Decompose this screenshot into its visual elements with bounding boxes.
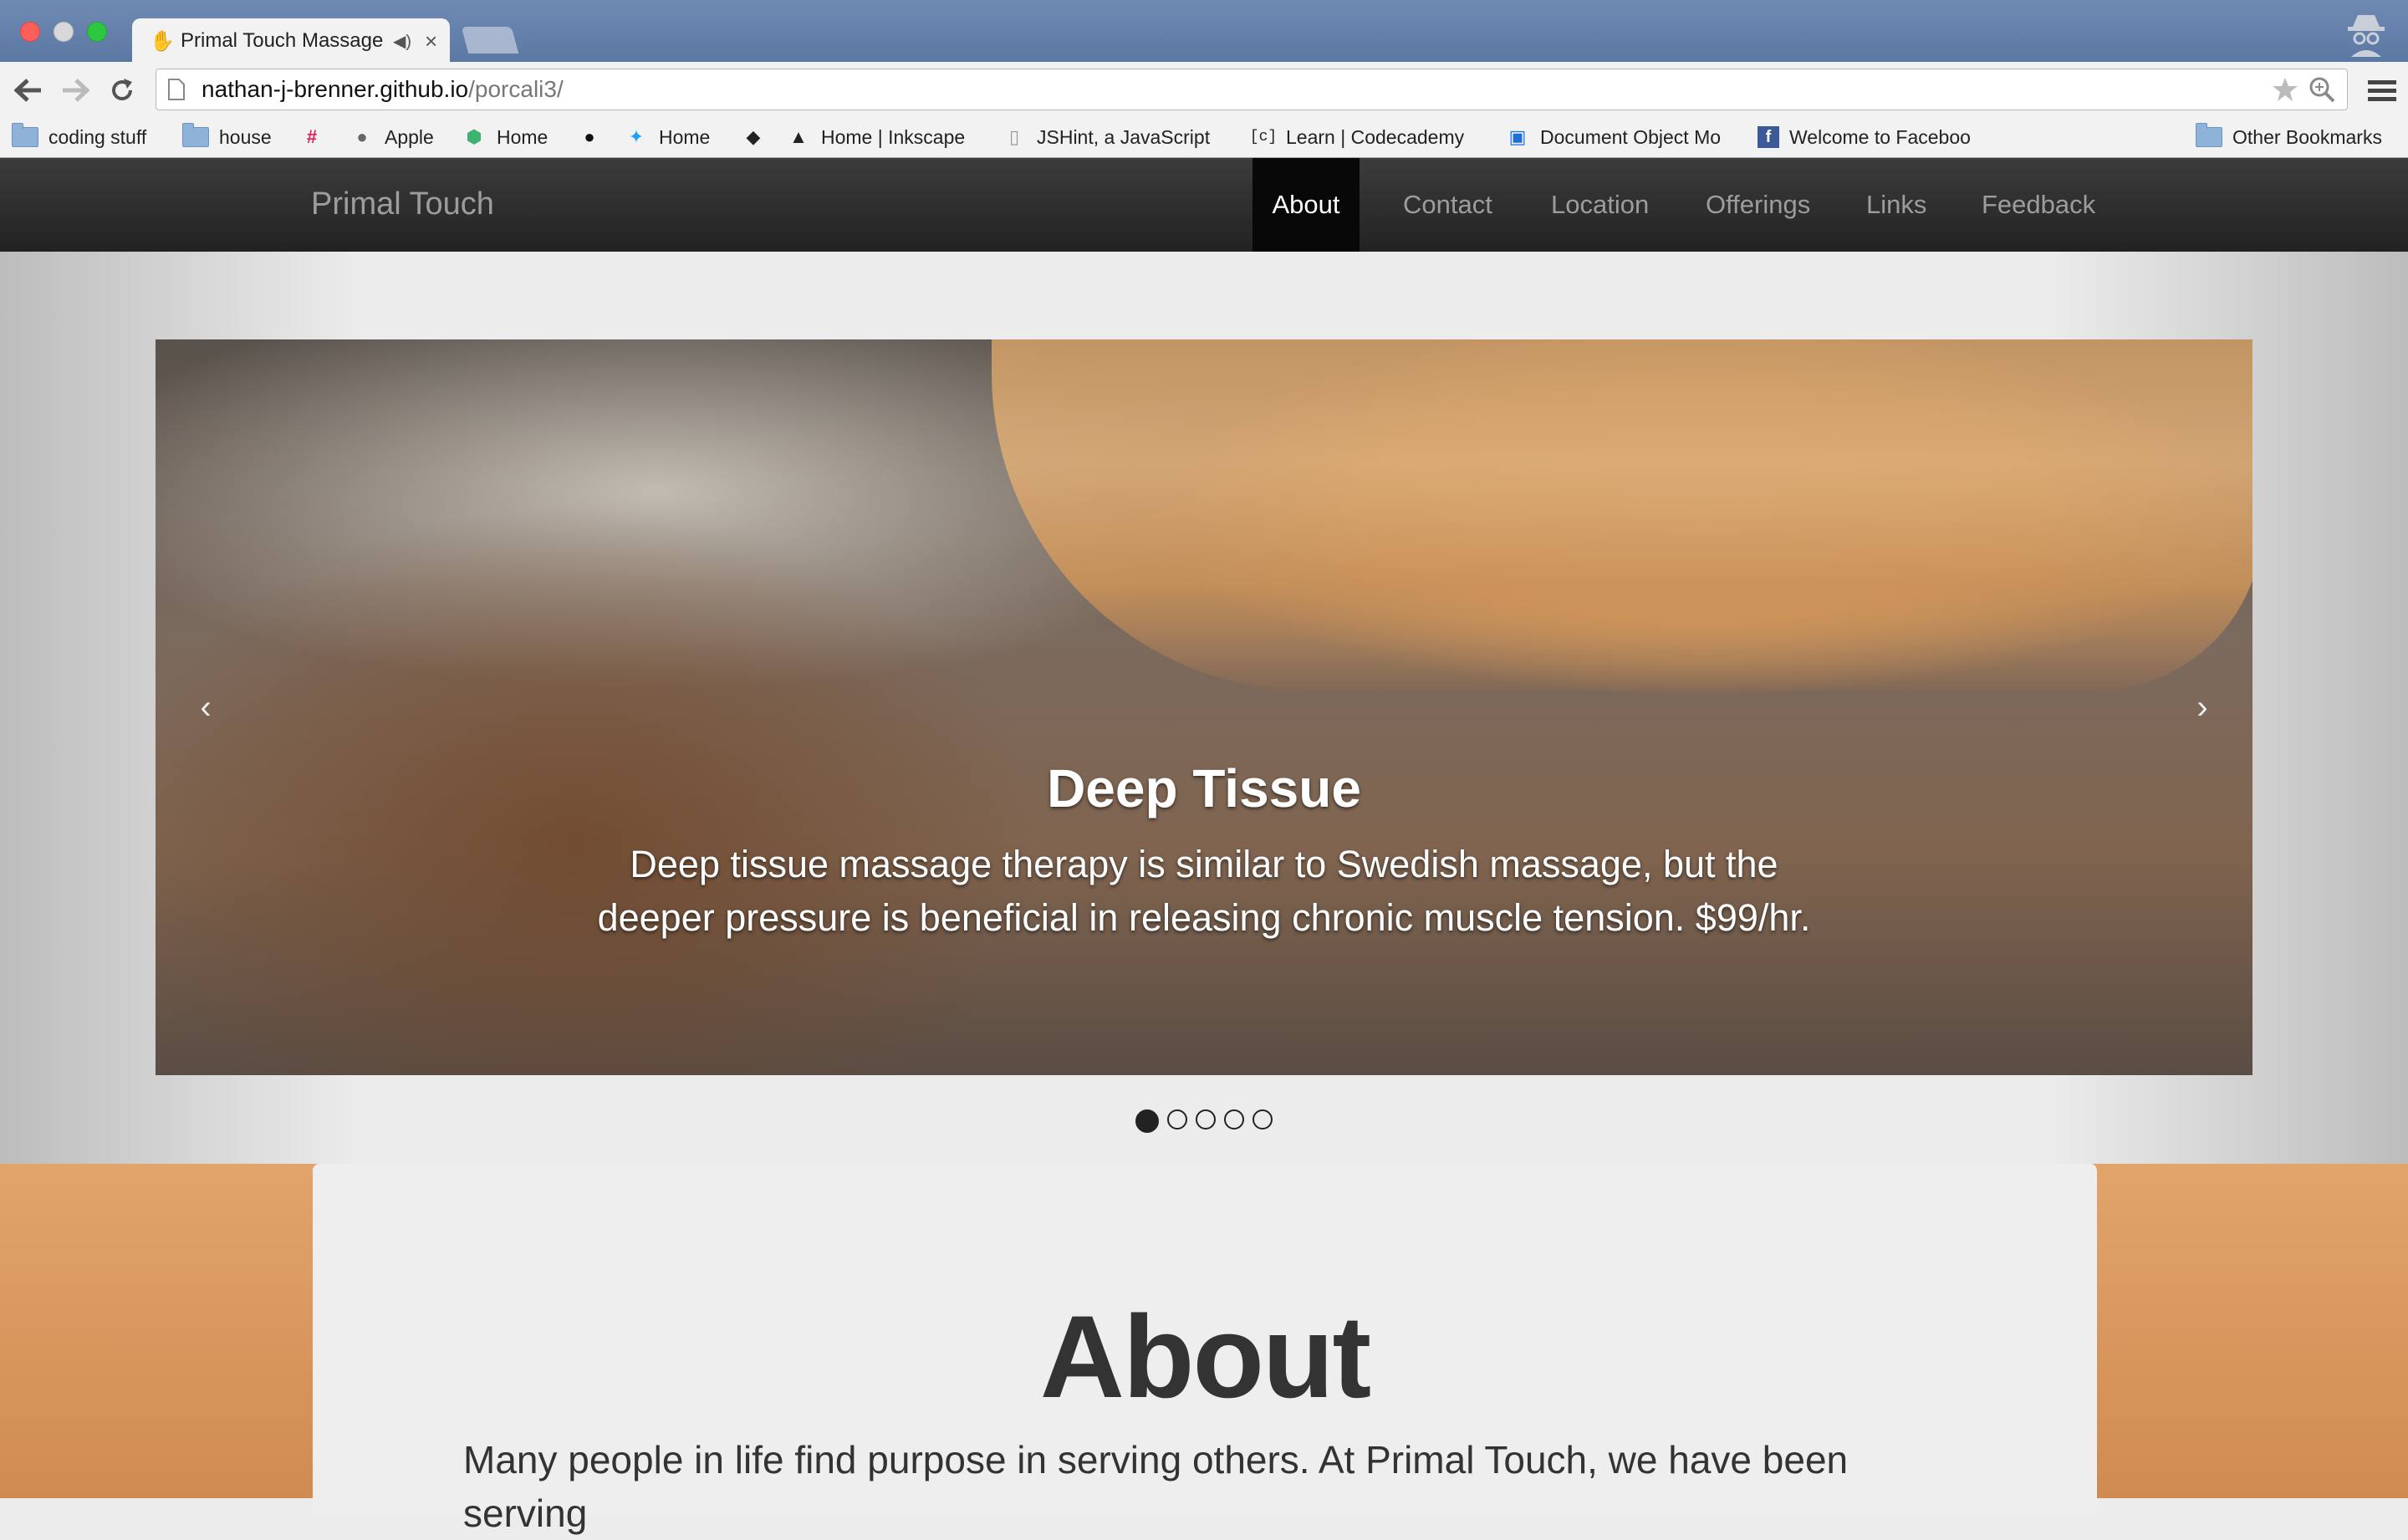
bookmark-github[interactable]: ● xyxy=(577,122,612,152)
about-heading: About xyxy=(1039,1291,1371,1422)
bookmark-facebook[interactable]: f Welcome to Faceboo xyxy=(1758,122,1971,152)
bookmark-label: Home xyxy=(659,125,711,148)
bookmark-label: Apple xyxy=(385,125,434,148)
bookmark-slack[interactable]: # xyxy=(299,122,334,152)
bookmark-label: Learn | Codecademy xyxy=(1286,125,1465,148)
codeship-icon: ⬢ xyxy=(466,126,482,147)
zoom-icon[interactable] xyxy=(2309,76,2335,103)
browser-titlebar: ✋ Primal Touch Massage ◀) × xyxy=(0,0,2408,64)
carousel-image-shade xyxy=(156,339,2252,1075)
folder-icon xyxy=(2196,123,2222,147)
site-navbar: Primal Touch About Contact Location Offe… xyxy=(0,158,2408,252)
bookmark-inkscape[interactable]: ▲ Home | Inkscape xyxy=(786,122,965,152)
carousel-caption-title: Deep Tissue xyxy=(1047,758,1361,818)
nav-feedback[interactable]: Feedback xyxy=(1982,158,2095,252)
browser-toolbar: nathan-j-brenner.github.io/porcali3/ xyxy=(0,62,2408,117)
bookmarks-bar: coding stuff house # ● Apple ⬢ Home ● ✦ Hom… xyxy=(0,117,2408,158)
nav-about[interactable]: About xyxy=(1252,158,1360,252)
nav-offerings[interactable]: Offerings xyxy=(1706,158,1810,252)
slack-icon: # xyxy=(306,126,318,147)
bookmark-codecademy[interactable]: [c] Learn | Codecademy xyxy=(1249,122,1465,152)
browser-tab[interactable]: ✋ Primal Touch Massage ◀) × xyxy=(132,18,450,64)
bookmark-coding-stuff[interactable]: coding stuff xyxy=(12,122,146,152)
bookmark-label: JSHint, a JavaScript xyxy=(1037,125,1211,148)
hamburger-menu-icon[interactable] xyxy=(2368,79,2396,102)
forward-arrow-icon[interactable] xyxy=(59,74,92,107)
dom-icon: ▣ xyxy=(1508,126,1527,147)
bookmark-star-icon[interactable] xyxy=(2272,76,2298,103)
bookmark-label: coding stuff xyxy=(48,125,147,148)
bookmark-jshint[interactable]: ▯ JSHint, a JavaScript xyxy=(1002,122,1210,152)
page-icon: ▯ xyxy=(1008,126,1020,147)
hand-icon: ✋ xyxy=(150,29,175,53)
bookmark-label: Welcome to Faceboo xyxy=(1789,125,1971,148)
carousel-prev-icon[interactable]: ‹ xyxy=(156,339,256,1075)
bookmark-label: Document Object Mo xyxy=(1540,125,1722,148)
folder-icon xyxy=(12,123,38,147)
carousel-caption: Deep Tissue Deep tissue massage therapy … xyxy=(156,757,2252,945)
carousel-indicator[interactable] xyxy=(1196,1109,1216,1130)
speaker-icon[interactable]: ◀) xyxy=(393,31,411,52)
folder-icon xyxy=(182,123,209,147)
bookmark-home-twitter[interactable]: ✦ Home xyxy=(624,122,711,152)
about-text: Many people in life find purpose in serv… xyxy=(463,1438,1849,1535)
carousel-indicator[interactable] xyxy=(1135,1109,1159,1133)
apple-icon: ● xyxy=(356,126,368,147)
bookmark-other-bookmarks[interactable]: Other Bookmarks xyxy=(2196,122,2382,152)
bookmark-apple[interactable]: ● Apple xyxy=(349,122,434,152)
gem-icon: ◆ xyxy=(746,126,761,147)
bookmark-house[interactable]: house xyxy=(182,122,272,152)
nav-contact[interactable]: Contact xyxy=(1403,158,1492,252)
hero-section: ‹ › Deep Tissue Deep tissue massage ther… xyxy=(0,252,2408,1164)
carousel-indicators xyxy=(0,1109,2408,1133)
reload-icon[interactable] xyxy=(105,74,139,107)
twitter-icon: ✦ xyxy=(628,126,645,147)
carousel-next-icon[interactable]: › xyxy=(2152,339,2252,1075)
bookmark-home-codeship[interactable]: ⬢ Home xyxy=(462,122,548,152)
codecademy-icon: [c] xyxy=(1249,129,1278,145)
bookmark-dom[interactable]: ▣ Document Object Mo xyxy=(1505,122,1721,152)
tab-title: Primal Touch Massage xyxy=(181,29,384,52)
window-maximize-button[interactable] xyxy=(87,22,107,42)
bookmark-label: Other Bookmarks xyxy=(2232,125,2382,148)
github-icon: ● xyxy=(584,126,595,147)
back-arrow-icon[interactable] xyxy=(12,74,45,107)
incognito-icon xyxy=(2348,15,2385,57)
carousel-caption-text: Deep tissue massage therapy is similar t… xyxy=(597,843,1811,939)
bookmark-label: house xyxy=(219,125,272,148)
facebook-icon: f xyxy=(1758,126,1779,148)
carousel-indicator[interactable] xyxy=(1224,1109,1244,1130)
window-close-button[interactable] xyxy=(20,22,40,42)
nav-location[interactable]: Location xyxy=(1551,158,1649,252)
tab-close-icon[interactable]: × xyxy=(425,28,437,54)
address-bar[interactable]: nathan-j-brenner.github.io/porcali3/ xyxy=(156,69,2348,110)
bookmark-label: Home xyxy=(497,125,548,148)
window-minimize-button[interactable] xyxy=(54,22,74,42)
nav-links[interactable]: Links xyxy=(1866,158,1926,252)
bookmark-gem[interactable]: ◆ xyxy=(741,122,776,152)
inkscape-icon: ▲ xyxy=(789,126,808,147)
url-host: nathan-j-brenner.github.io xyxy=(202,76,469,102)
site-brand[interactable]: Primal Touch xyxy=(311,186,494,222)
carousel-indicator[interactable] xyxy=(1252,1109,1273,1130)
bookmark-label: Home | Inkscape xyxy=(821,125,966,148)
about-card: About Many people in life find purpose i… xyxy=(313,1164,2097,1535)
new-tab-button[interactable] xyxy=(461,27,519,54)
url-path: /porcali3/ xyxy=(468,76,564,102)
page-icon xyxy=(168,79,185,100)
carousel: ‹ › Deep Tissue Deep tissue massage ther… xyxy=(156,339,2252,1075)
carousel-indicator[interactable] xyxy=(1167,1109,1187,1130)
